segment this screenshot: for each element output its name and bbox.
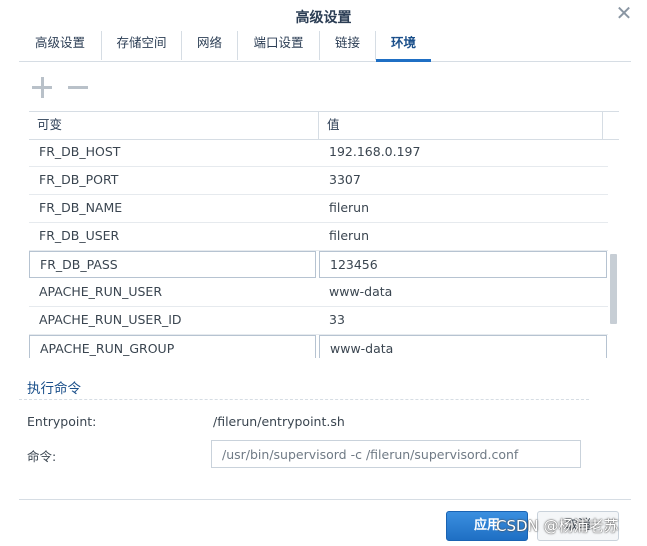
command-input[interactable] [211,440,581,468]
variable-cell[interactable]: FR_DB_NAME [29,195,316,222]
header-value[interactable]: 值 [319,112,603,139]
tab-port-settings[interactable]: 端口设置 [238,31,320,60]
window-title: 高级设置 [295,10,352,26]
variable-edit-field[interactable]: FR_DB_PASS [29,251,316,278]
plus-icon[interactable] [30,76,54,100]
variable-cell[interactable]: APACHE_RUN_USER_ID [29,307,316,334]
entrypoint-value: /filerun/entrypoint.sh [213,414,345,429]
table-row[interactable]: FR_DB_USER filerun [29,223,608,251]
value-cell[interactable]: filerun [319,223,607,250]
value-edit-field[interactable]: 123456 [319,251,607,278]
entrypoint-label: Entrypoint: [27,414,97,429]
tab-advanced-settings[interactable]: 高级设置 [19,31,102,60]
variable-edit-field[interactable]: APACHE_RUN_GROUP [29,335,316,358]
value-cell[interactable]: 192.168.0.197 [319,139,607,166]
tab-network[interactable]: 网络 [182,31,238,60]
value-cell[interactable]: www-data [319,279,607,306]
env-grid: 可变 值 FR_DB_HOST 192.168.0.197 FR_DB_PORT… [29,111,619,358]
watermark: CSDN @杨浦老苏 [496,517,619,535]
table-row[interactable]: FR_DB_PASS 123456 [29,251,608,279]
tab-storage[interactable]: 存储空间 [102,31,182,60]
value-cell[interactable]: 3307 [319,167,607,194]
value-cell[interactable]: filerun [319,195,607,222]
table-row[interactable]: APACHE_RUN_USER www-data [29,279,608,307]
value-edit-field[interactable]: www-data [319,335,607,358]
grid-scrollbar[interactable] [609,139,619,358]
title-bar: 高级设置 ✕ [0,0,647,30]
variable-cell[interactable]: FR_DB_USER [29,223,316,250]
section-divider [19,399,589,400]
table-row[interactable]: APACHE_RUN_GROUP www-data [29,335,608,358]
tab-links[interactable]: 链接 [320,31,376,60]
value-cell[interactable]: 33 [319,307,607,334]
header-variable[interactable]: 可变 [29,112,319,139]
table-row[interactable]: FR_DB_HOST 192.168.0.197 [29,139,608,167]
command-label: 命令: [27,449,57,464]
section-title-command: 执行命令 [27,381,81,397]
variable-cell[interactable]: FR_DB_PORT [29,167,316,194]
scrollbar-thumb[interactable] [610,254,617,324]
tab-environment[interactable]: 环境 [376,31,431,62]
tab-bar: 高级设置 存储空间 网络 端口设置 链接 环境 [19,31,631,62]
minus-icon[interactable] [66,76,90,100]
table-row[interactable]: FR_DB_PORT 3307 [29,167,608,195]
variable-cell[interactable]: FR_DB_HOST [29,139,316,166]
grid-rows: FR_DB_HOST 192.168.0.197 FR_DB_PORT 3307… [29,139,608,358]
variable-cell[interactable]: APACHE_RUN_USER [29,279,316,306]
close-icon[interactable]: ✕ [615,3,633,23]
grid-header: 可变 值 [29,111,619,140]
table-row[interactable]: APACHE_RUN_USER_ID 33 [29,307,608,335]
table-row[interactable]: FR_DB_NAME filerun [29,195,608,223]
footer-divider [19,499,631,500]
